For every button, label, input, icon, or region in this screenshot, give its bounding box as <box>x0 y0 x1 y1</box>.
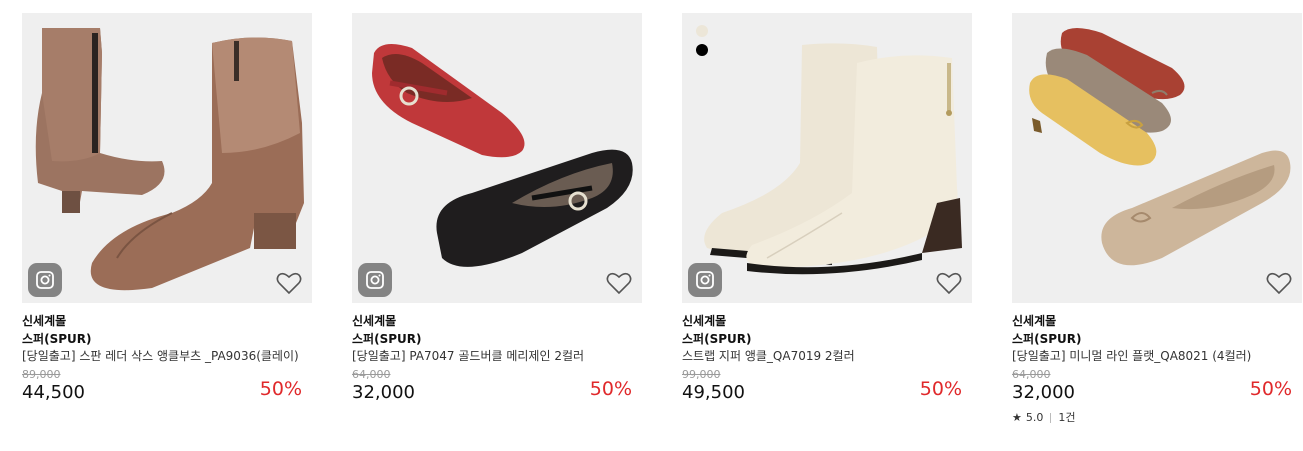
product-info: 신세계몰 스퍼(SPUR) [당일출고] 스판 레더 삭스 앵클부츠 _PA90… <box>22 303 312 406</box>
product-card[interactable]: 신세계몰 스퍼(SPUR) [당일출고] PA7047 골드버클 메리제인 2컬… <box>352 13 642 406</box>
product-name[interactable]: [당일출고] PA7047 골드버클 메리제인 2컬러 <box>352 348 642 365</box>
swatch-black[interactable] <box>696 44 708 56</box>
brown-sock-ankle-boots-image <box>35 28 304 291</box>
product-image[interactable] <box>22 13 312 303</box>
instagram-icon[interactable] <box>28 263 62 297</box>
price-row: 32,000 50% <box>352 378 642 406</box>
discount-rate: 50% <box>589 378 632 400</box>
heart-outline-icon[interactable] <box>276 271 302 295</box>
product-grid: 신세계몰 스퍼(SPUR) [당일출고] 스판 레더 삭스 앵클부츠 _PA90… <box>0 0 1303 451</box>
discount-rate: 50% <box>259 378 302 400</box>
product-info: 신세계몰 스퍼(SPUR) [당일출고] 미니멀 라인 플랫_QA8021 (4… <box>1012 303 1302 426</box>
product-image[interactable] <box>682 13 972 303</box>
price-row: 44,500 50% <box>22 378 312 406</box>
heart-outline-icon[interactable] <box>606 271 632 295</box>
swatch-ivory[interactable] <box>696 25 708 37</box>
rating-value: 5.0 <box>1025 411 1044 424</box>
color-swatches <box>696 25 708 63</box>
star-icon: ★ <box>1012 411 1022 424</box>
price-row: 32,000 50% <box>1012 378 1302 406</box>
heart-outline-icon[interactable] <box>1266 271 1292 295</box>
seller-name: 신세계몰 <box>352 314 397 328</box>
sale-price: 44,500 <box>22 382 85 403</box>
brand-name[interactable]: 스퍼(SPUR) <box>352 330 642 348</box>
product-image[interactable] <box>1012 13 1302 303</box>
red-and-black-mary-jane-flats-image <box>372 44 633 267</box>
product-card[interactable]: 신세계몰 스퍼(SPUR) [당일출고] 미니멀 라인 플랫_QA8021 (4… <box>1012 13 1302 426</box>
discount-rate: 50% <box>1249 378 1292 400</box>
brand-name[interactable]: 스퍼(SPUR) <box>22 330 312 348</box>
product-info: 신세계몰 스퍼(SPUR) 스트랩 지퍼 앵클_QA7019 2컬러 99,00… <box>682 303 972 406</box>
product-name[interactable]: [당일출고] 미니멀 라인 플랫_QA8021 (4컬러) <box>1012 348 1302 365</box>
instagram-icon[interactable] <box>358 263 392 297</box>
product-card[interactable]: 신세계몰 스퍼(SPUR) [당일출고] 스판 레더 삭스 앵클부츠 _PA90… <box>22 13 312 406</box>
product-name[interactable]: 스트랩 지퍼 앵클_QA7019 2컬러 <box>682 348 972 365</box>
price-row: 49,500 50% <box>682 378 972 406</box>
seller-name: 신세계몰 <box>682 314 727 328</box>
discount-rate: 50% <box>919 378 962 400</box>
sale-price: 32,000 <box>352 382 415 403</box>
heart-outline-icon[interactable] <box>936 271 962 295</box>
product-info: 신세계몰 스퍼(SPUR) [당일출고] PA7047 골드버클 메리제인 2컬… <box>352 303 642 406</box>
instagram-icon[interactable] <box>688 263 722 297</box>
sale-price: 32,000 <box>1012 382 1075 403</box>
product-card[interactable]: 신세계몰 스퍼(SPUR) 스트랩 지퍼 앵클_QA7019 2컬러 99,00… <box>682 13 972 406</box>
ballet-flats-four-colors-image <box>1029 28 1291 266</box>
product-image[interactable] <box>352 13 642 303</box>
product-name[interactable]: [당일출고] 스판 레더 삭스 앵클부츠 _PA9036(클레이) <box>22 348 312 365</box>
ivory-ankle-boots-image <box>704 43 962 275</box>
brand-name[interactable]: 스퍼(SPUR) <box>682 330 972 348</box>
seller-name: 신세계몰 <box>22 314 67 328</box>
review-count[interactable]: 1건 <box>1058 410 1075 426</box>
sale-price: 49,500 <box>682 382 745 403</box>
rating: ★ 5.0 1건 <box>1012 410 1302 426</box>
divider <box>1050 413 1052 423</box>
brand-name[interactable]: 스퍼(SPUR) <box>1012 330 1302 348</box>
seller-name: 신세계몰 <box>1012 314 1057 328</box>
